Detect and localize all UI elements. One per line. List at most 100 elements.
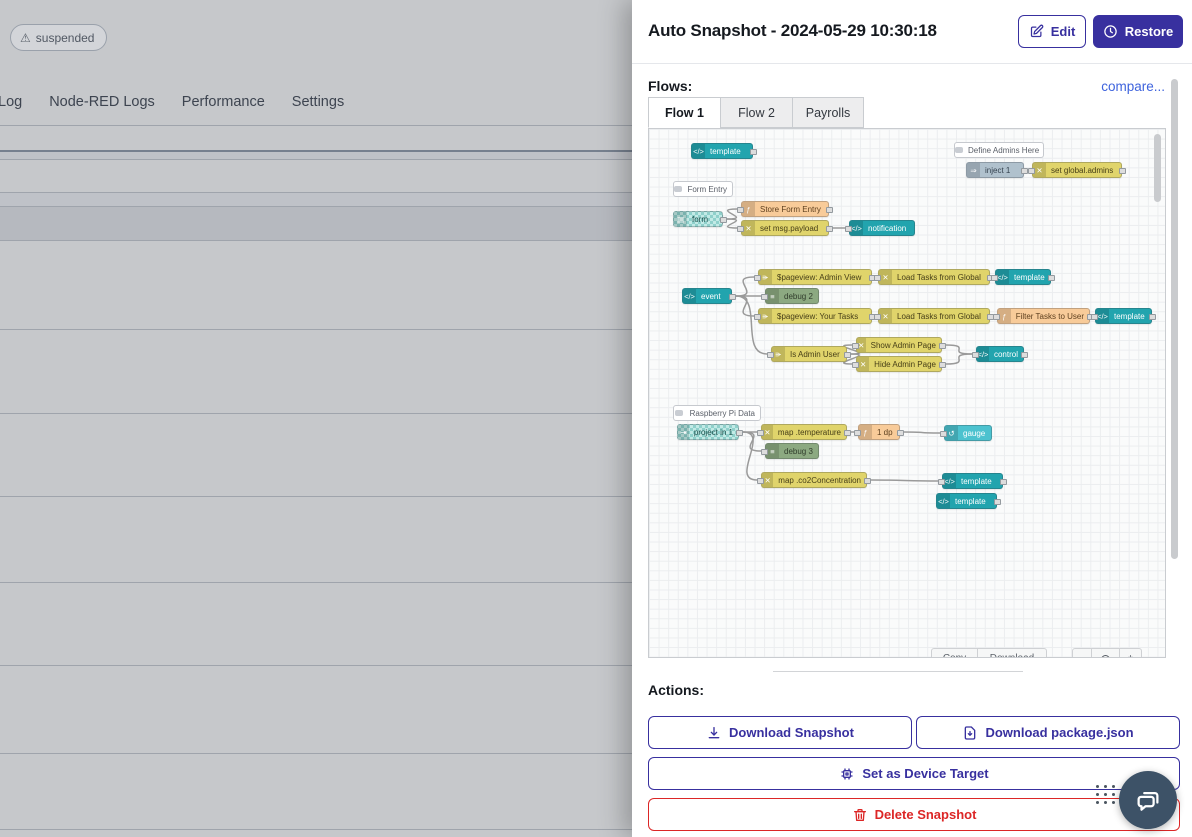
input-port — [761, 449, 768, 455]
bubble-icon — [955, 143, 963, 157]
download-snapshot-label: Download Snapshot — [729, 725, 854, 740]
output-port — [1000, 479, 1007, 485]
flow-node-label: Store Form Entry — [755, 202, 826, 216]
flow-node-label: Show Admin Page — [866, 338, 941, 352]
input-port — [874, 314, 881, 320]
tab-flow-1[interactable]: Flow 1 — [648, 97, 720, 128]
table-header-row — [0, 152, 632, 159]
input-port — [761, 294, 768, 300]
flow-node-label: 1 dp — [872, 425, 898, 439]
flow-node: ⋔$pageview: Your Tasks — [758, 308, 872, 324]
flow-node-label: inject 1 — [980, 163, 1015, 177]
flow-node-label: Form Entry — [682, 182, 732, 196]
output-port — [1021, 352, 1028, 358]
drawer-scrollbar[interactable] — [1171, 79, 1178, 559]
flow-node-label: map .temperature — [773, 425, 846, 439]
nav-tab-nodered-logs[interactable]: Node-RED Logs — [49, 94, 155, 110]
flow-node: ⇥project in 1 — [677, 424, 739, 440]
output-port — [729, 294, 736, 300]
output-port — [1021, 168, 1028, 174]
code-icon: </> — [692, 144, 705, 158]
edit-button-label: Edit — [1051, 24, 1076, 39]
drawer-header: Auto Snapshot - 2024-05-29 10:30:18 Edit… — [632, 0, 1192, 64]
flow-node: </>template — [942, 473, 1003, 489]
input-port — [991, 275, 998, 281]
flow-node: ✕Load Tasks from Global — [878, 308, 990, 324]
status-badge: ⚠ suspended — [10, 24, 107, 51]
table-row-selected — [0, 207, 632, 240]
divider — [0, 829, 632, 830]
file-download-icon — [962, 725, 978, 741]
flow-node-label: template — [705, 144, 746, 158]
output-port — [750, 149, 757, 155]
flow-node-label: gauge — [958, 426, 990, 440]
nav-tab-settings[interactable]: Settings — [292, 94, 344, 110]
flow-node-label: Load Tasks from Global — [892, 270, 986, 284]
download-package-button[interactable]: Download package.json — [916, 716, 1180, 749]
flow-node-label: form — [687, 212, 713, 226]
flow-node: Define Admins Here — [954, 142, 1044, 158]
flow-node-label: project in 1 — [689, 425, 738, 439]
clock-icon — [1103, 24, 1118, 39]
flow-node: ✕Show Admin Page — [856, 337, 942, 353]
flow-node: ⋔Is Admin User — [771, 346, 847, 362]
input-port — [754, 314, 761, 320]
divider — [0, 753, 632, 754]
output-port — [939, 343, 946, 349]
chat-widget-button[interactable] — [1119, 771, 1177, 829]
flow-node-label: $pageview: Your Tasks — [772, 309, 863, 323]
flow-node-label: template — [950, 494, 991, 508]
tab-payrolls[interactable]: Payrolls — [792, 97, 864, 128]
flow-node-label: debug 2 — [779, 289, 818, 303]
download-icon — [706, 725, 722, 741]
input-port — [854, 430, 861, 436]
chat-icon — [1133, 785, 1163, 815]
flow-node: ≡debug 3 — [765, 443, 819, 459]
output-port — [897, 430, 904, 436]
drag-handle-dots[interactable] — [1096, 785, 1115, 804]
flow-node-label: Is Admin User — [785, 347, 845, 361]
flows-label: Flows: — [648, 78, 692, 94]
output-port — [844, 430, 851, 436]
flow-node-label: set msg.payload — [755, 221, 823, 235]
edit-button[interactable]: Edit — [1018, 15, 1086, 48]
flow-node: Raspberry Pi Data — [673, 405, 761, 421]
flow-node: </>template — [1095, 308, 1152, 324]
download-package-label: Download package.json — [985, 725, 1133, 740]
table-row — [0, 193, 632, 206]
flow-node-label: debug 3 — [779, 444, 818, 458]
output-port — [720, 217, 727, 223]
flow-node: ƒ1 dp — [858, 424, 900, 440]
input-port — [940, 431, 947, 437]
flow-node: </>template — [995, 269, 1051, 285]
divider — [0, 240, 632, 241]
compare-link[interactable]: compare... — [1101, 79, 1165, 94]
nav-tab-performance[interactable]: Performance — [182, 94, 265, 110]
inject-icon: ⇒ — [967, 163, 980, 177]
output-port — [994, 499, 1001, 505]
form-icon: ▤ — [674, 212, 687, 226]
flow-node-label: Filter Tasks to User — [1011, 309, 1089, 323]
trash-icon — [852, 807, 868, 823]
flow-node: </>event — [682, 288, 732, 304]
divider — [0, 125, 632, 126]
divider — [0, 329, 632, 330]
input-port — [852, 362, 859, 368]
flow-node: </>control — [976, 346, 1024, 362]
tab-flow-2[interactable]: Flow 2 — [720, 97, 792, 128]
input-port — [1091, 314, 1098, 320]
flow-node-label: template — [1009, 270, 1050, 284]
nav-tab-log[interactable]: Log — [0, 94, 22, 110]
input-port — [767, 352, 774, 358]
flow-node-label: event — [696, 289, 726, 303]
flow-node: ⇒inject 1 — [966, 162, 1024, 178]
divider — [0, 665, 632, 666]
snapshot-drawer: Auto Snapshot - 2024-05-29 10:30:18 Edit… — [632, 0, 1192, 837]
restore-button[interactable]: Restore — [1093, 15, 1183, 48]
horizontal-scrollbar[interactable] — [773, 671, 1023, 672]
input-port — [993, 314, 1000, 320]
bubble-icon — [674, 406, 685, 420]
flow-tabs: Flow 1Flow 2Payrolls — [648, 97, 864, 128]
download-snapshot-button[interactable]: Download Snapshot — [648, 716, 912, 749]
status-badge-label: suspended — [36, 31, 95, 45]
